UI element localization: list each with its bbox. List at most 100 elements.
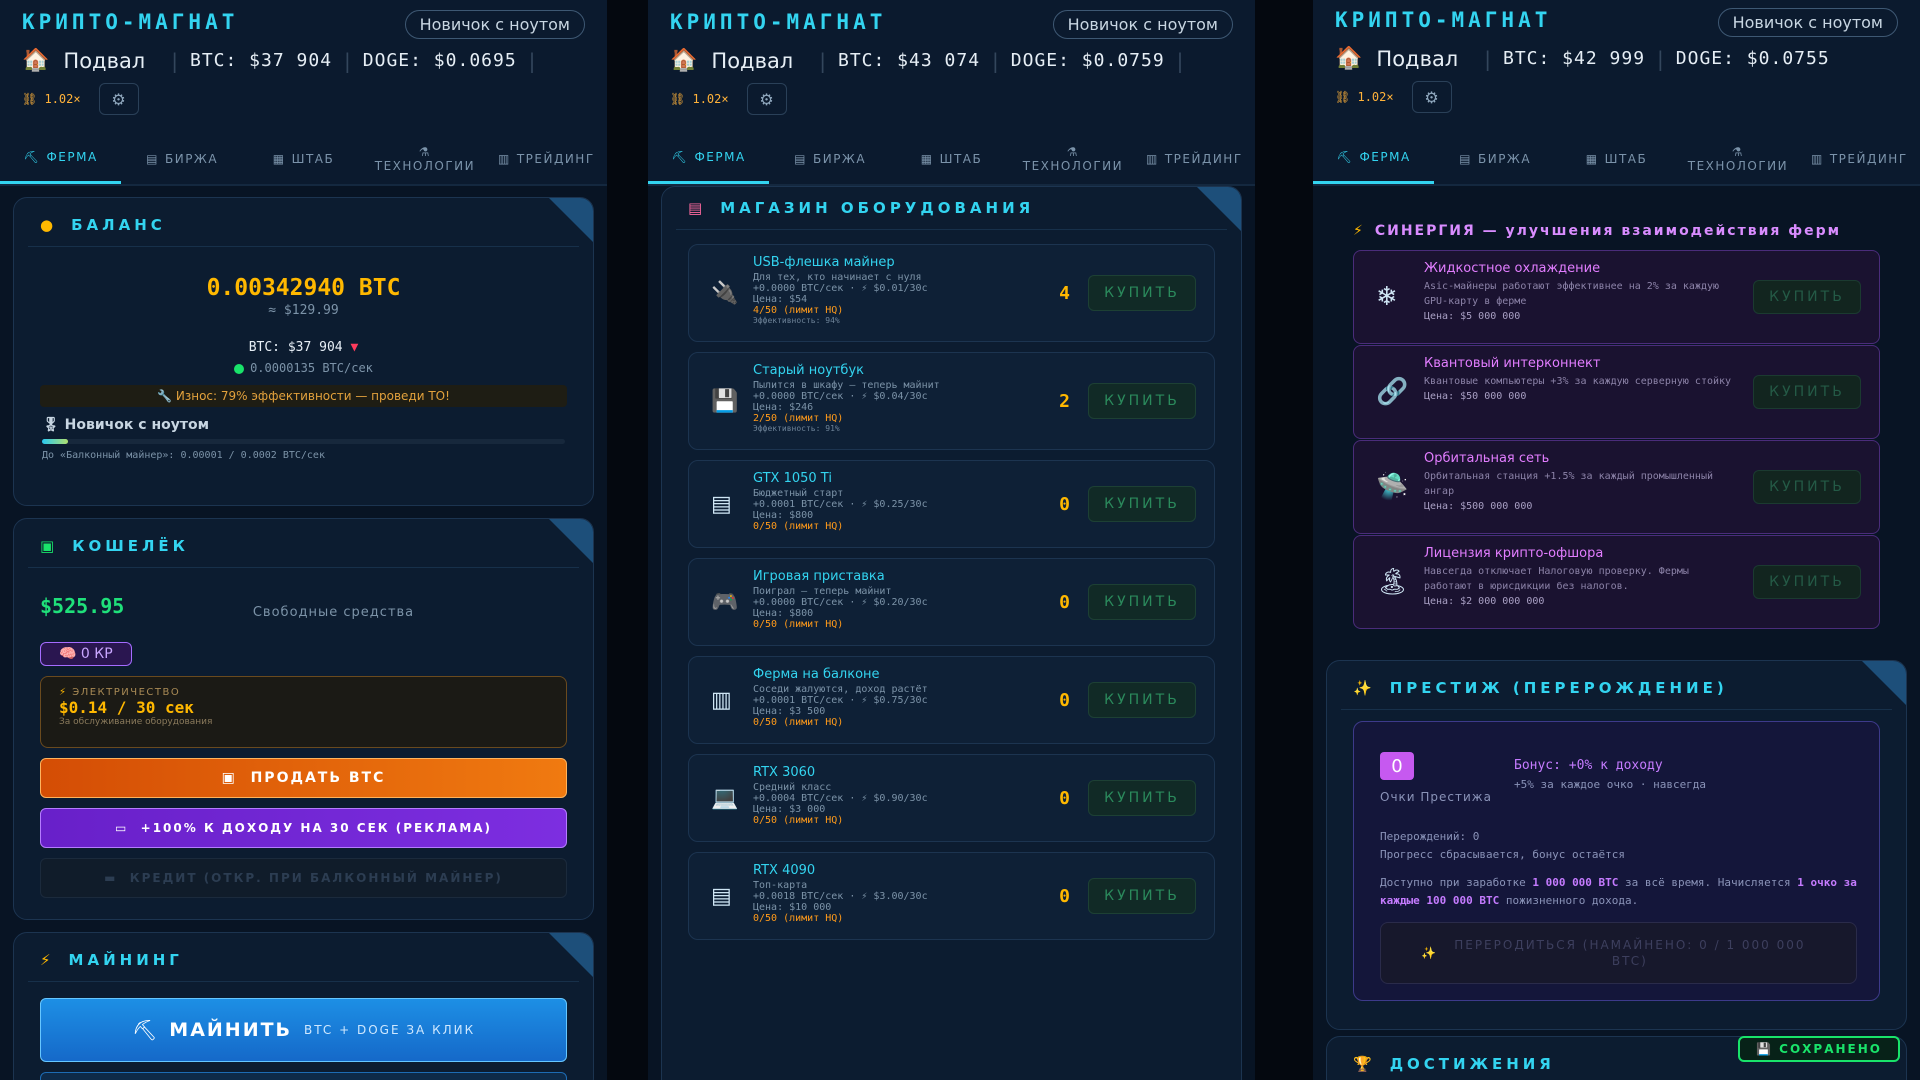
sell-btc-button[interactable]: ▣ ПРОДАТЬ BTC: [40, 758, 567, 798]
exchange-icon: ▤: [146, 151, 159, 166]
settings-button[interactable]: ⚙: [98, 83, 139, 115]
shop-item: ▥ Ферма на балконе Соседи жалуются, доход …: [688, 656, 1215, 744]
tab-bar: ⛏ ФЕРМА ▤ БИРЖА ▦ ШТАБ ⚗ ТЕХНОЛОГИИ ▥ ТРЕЙДИН…: [1313, 133, 1920, 186]
achievements-title: ДОСТИЖЕНИЯ: [1389, 1055, 1555, 1073]
item-stats: +0.0000 BTC/сек · ⚡ $0.04/30с: [753, 391, 928, 402]
wallet-card: ▣ КОШЕЛЁК $525.95 Свободные средства 🧠 0 …: [13, 518, 594, 920]
item-info: Лицензия крипто-офшора Навсегда отключает…: [1424, 546, 1734, 607]
doge-price: DOGE: $0.0759: [1010, 50, 1165, 71]
btc-rate-value: BTC: $37 904: [248, 340, 343, 355]
pickaxe-icon: ⛏: [23, 150, 41, 164]
tab-label: ФЕРМА: [694, 150, 746, 164]
item-info: Орбитальная сеть Орбитальная станция +1.5…: [1424, 451, 1734, 512]
tab-exchange[interactable]: ▤ БИРЖА: [121, 133, 242, 184]
synergy-title-text: СИНЕРГИЯ — улучшения взаимодействия ферм: [1374, 223, 1842, 239]
item-info: Ферма на балконе Соседи жалуются, доход р…: [753, 667, 928, 728]
mine-sub-label: BTC + DOGE ЗА КЛИК: [304, 1023, 476, 1037]
pickaxe-icon: ⛏: [131, 1018, 158, 1042]
tab-hq[interactable]: ▦ ШТАБ: [243, 133, 364, 184]
sub-row: ⛓ 1.02× ⚙: [1335, 81, 1898, 113]
item-info: Игровая приставка Поиграл — теперь майнит…: [753, 569, 928, 630]
tab-exchange[interactable]: ▤ БИРЖА: [769, 133, 890, 184]
item-stats: +0.0000 BTC/сек · ⚡ $0.20/30с: [753, 597, 928, 608]
mine-button[interactable]: ⛏ МАЙНИТЬ BTC + DOGE ЗА КЛИК: [40, 998, 567, 1062]
ad-boost-button[interactable]: ▭ +100% К ДОХОДУ НА 30 СЕК (РЕКЛАМА): [40, 808, 567, 848]
rebirth-button[interactable]: ✨ ПЕРЕРОДИТЬСЯ (НАМАЙНЕНО: 0 / 1 000 000…: [1380, 922, 1857, 984]
synergy-desc: Орбитальная станция +1.5% за каждый пром…: [1424, 471, 1713, 497]
rank-icon: 🎖: [42, 417, 60, 433]
tab-label: ШТАБ: [1604, 151, 1648, 166]
item-price: Цена: $800: [753, 510, 814, 521]
settings-button[interactable]: ⚙: [1411, 81, 1452, 113]
card-corner: [549, 519, 593, 563]
tab-trading[interactable]: ▥ ТРЕЙДИНГ: [1799, 133, 1920, 184]
item-efficiency: Эффективность: 94%: [753, 316, 840, 325]
shop-item: 🔌 USB-флешка майнер Для тех, кто начинает …: [688, 244, 1215, 342]
tab-trading[interactable]: ▥ ТРЕЙДИНГ: [1134, 133, 1255, 184]
rank-button[interactable]: Новичок с ноутом: [1717, 8, 1898, 37]
bolt-icon: ⚡: [1353, 223, 1365, 239]
tab-tech[interactable]: ⚗ ТЕХНОЛОГИИ: [1677, 133, 1798, 184]
tab-farm[interactable]: ⛏ ФЕРМА: [1313, 133, 1435, 184]
item-name: USB-флешка майнер: [753, 255, 895, 270]
buy-button[interactable]: КУПИТЬ: [1088, 878, 1196, 914]
tab-exchange[interactable]: ▤ БИРЖА: [1434, 133, 1555, 184]
buy-button[interactable]: КУПИТЬ: [1753, 280, 1861, 314]
buy-button[interactable]: КУПИТЬ: [1753, 375, 1861, 409]
buy-button[interactable]: КУПИТЬ: [1088, 682, 1196, 718]
balance-usd: ≈ $129.99: [268, 303, 339, 318]
per-sec-value: 0.0000135 BTC/сек: [250, 361, 373, 375]
credit-button[interactable]: ▬ КРЕДИТ (ОТКР. ПРИ БАЛКОННЫЙ МАЙНЕР): [40, 858, 567, 898]
item-name: RTX 4090: [753, 863, 816, 878]
tab-trading[interactable]: ▥ ТРЕЙДИНГ: [486, 133, 607, 184]
panel-farm-left: КРИПТО-МАГНАТ Новичок с ноутом 🏠 Подвал …: [0, 0, 607, 1080]
item-price: Цена: $10 000: [753, 902, 832, 913]
item-count: 0: [1059, 787, 1070, 809]
buy-button[interactable]: КУПИТЬ: [1088, 486, 1196, 522]
tab-hq[interactable]: ▦ ШТАБ: [891, 133, 1012, 184]
gamepad-icon: 🎮: [711, 589, 739, 615]
location-label: Подвал: [63, 48, 146, 73]
card-title: ✨ ПРЕСТИЖ (ПЕРЕРОЖДЕНИЕ): [1341, 661, 1892, 710]
secondary-mine-button[interactable]: [40, 1072, 567, 1080]
buy-button[interactable]: КУПИТЬ: [1088, 383, 1196, 419]
hq-icon: ▦: [920, 151, 934, 166]
tab-tech[interactable]: ⚗ ТЕХНОЛОГИИ: [1012, 133, 1133, 184]
settings-button[interactable]: ⚙: [746, 83, 787, 115]
balance-card: ● БАЛАНС 0.00342940 BTC ≈ $129.99 BTC: $3…: [13, 197, 594, 506]
item-limit: 4/50 (лимит HQ): [753, 305, 844, 316]
buy-button[interactable]: КУПИТЬ: [1088, 584, 1196, 620]
buy-button[interactable]: КУПИТЬ: [1088, 275, 1196, 311]
pickaxe-icon: ⛏: [1336, 150, 1354, 164]
tab-label: БИРЖА: [1477, 151, 1532, 166]
multiplier-badge: ⛓ 1.02×: [670, 92, 729, 106]
reset-note: Прогресс сбрасывается, бонус остаётся: [1380, 848, 1626, 861]
card-title: ▤ МАГАЗИН ОБОРУДОВАНИЯ: [676, 187, 1227, 230]
tab-farm[interactable]: ⛏ ФЕРМА: [0, 133, 122, 184]
hq-icon: ▦: [272, 151, 286, 166]
rank-button[interactable]: Новичок с ноутом: [1052, 10, 1233, 39]
tab-tech[interactable]: ⚗ ТЕХНОЛОГИИ: [364, 133, 485, 184]
item-limit: 2/50 (лимит HQ): [753, 413, 844, 424]
synergy-price: Цена: $500 000 000: [1424, 501, 1533, 512]
status-row: 🏠 Подвал | BTC: $43 074 | DOGE: $0.0759 …: [670, 48, 1233, 73]
buy-button[interactable]: КУПИТЬ: [1753, 565, 1861, 599]
buy-button[interactable]: КУПИТЬ: [1753, 470, 1861, 504]
location-label: Подвал: [711, 48, 794, 73]
avail-text: Доступно при заработке: [1380, 876, 1526, 889]
save-icon: 💾: [1756, 1042, 1773, 1056]
item-limit: 0/50 (лимит HQ): [753, 619, 844, 630]
status-row: 🏠 Подвал | BTC: $42 999 | DOGE: $0.0755: [1335, 46, 1898, 71]
rank-button[interactable]: Новичок с ноутом: [404, 10, 585, 39]
item-info: RTX 4090 Топ-карта +0.0018 BTC/сек · ⚡ $3.…: [753, 863, 928, 924]
item-stats: +0.0018 BTC/сек · ⚡ $3.00/30с: [753, 891, 928, 902]
kp-value: 0 КР: [80, 646, 113, 662]
chart-icon: ▥: [1810, 151, 1824, 166]
tab-hq[interactable]: ▦ ШТАБ: [1556, 133, 1677, 184]
elec-label: ⚡ ЭЛЕКТРИЧЕСТВО: [59, 687, 548, 698]
item-efficiency: Эффективность: 91%: [753, 424, 840, 433]
kp-badge[interactable]: 🧠 0 КР: [40, 642, 132, 666]
buy-button[interactable]: КУПИТЬ: [1088, 780, 1196, 816]
tab-farm[interactable]: ⛏ ФЕРМА: [648, 133, 770, 184]
wear-warning[interactable]: 🔧 Износ: 79% эффективности — проведи ТО!: [40, 385, 567, 407]
